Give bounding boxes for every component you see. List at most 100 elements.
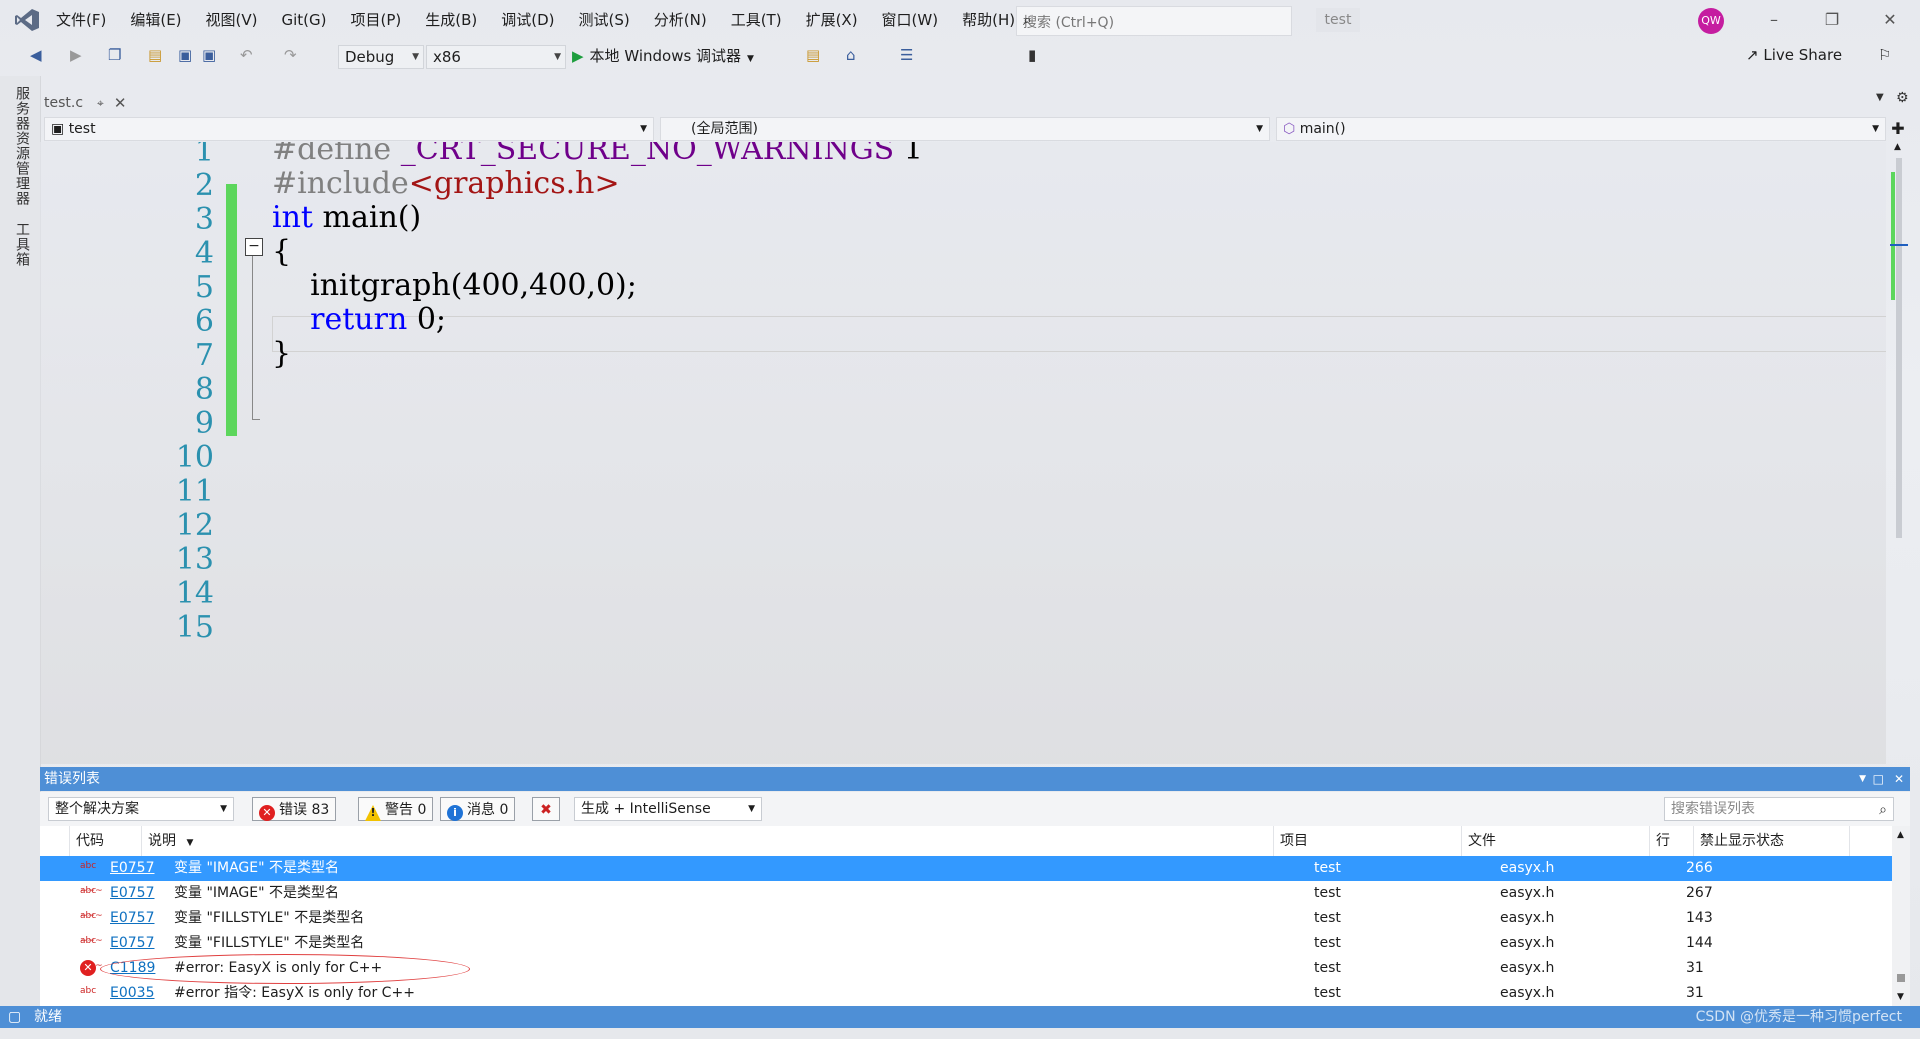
error-search-input[interactable]: 搜索错误列表 ⌕: [1664, 797, 1894, 821]
tab-list-dropdown-icon[interactable]: ▼: [1876, 92, 1884, 103]
avatar[interactable]: QW: [1698, 8, 1724, 34]
messages-filter-button[interactable]: i 消息 0: [440, 797, 516, 821]
include-path-token: <graphics.h>: [408, 166, 620, 201]
error-code-link[interactable]: E0757: [110, 881, 154, 906]
menu-analyze[interactable]: 分析(N): [642, 0, 719, 40]
start-debugging-button[interactable]: ▶ 本地 Windows 调试器 ▼: [572, 45, 754, 67]
search-input[interactable]: 搜索 (Ctrl+Q) ⌕: [1016, 6, 1292, 36]
platform-select[interactable]: x86 ▼: [426, 45, 566, 69]
column-header-suppression[interactable]: 禁止显示状态: [1694, 826, 1850, 856]
scroll-thumb[interactable]: [1897, 974, 1905, 982]
build-filter-select[interactable]: 生成 + IntelliSense ▼: [574, 797, 762, 821]
warnings-filter-button[interactable]: ! 警告 0: [358, 797, 434, 821]
close-tab-icon[interactable]: ✕: [114, 94, 127, 112]
chevron-down-icon: ▼: [1256, 124, 1263, 134]
visual-studio-logo-icon[interactable]: [14, 8, 40, 32]
error-code-link[interactable]: E0757: [110, 931, 154, 956]
column-header-project[interactable]: 项目: [1274, 826, 1462, 856]
filter-icon[interactable]: ✖: [532, 797, 560, 821]
table-row[interactable]: abc ~~~ E0757 变量 "IMAGE" 不是类型名 test easyx…: [40, 856, 1892, 896]
errors-filter-button[interactable]: ✕ 错误 83: [252, 797, 337, 821]
error-code-link[interactable]: E0757: [110, 856, 154, 881]
menu-tools[interactable]: 工具(T): [719, 0, 794, 40]
line-number: 13: [175, 542, 214, 577]
error-list-scrollbar[interactable]: ▲ ▼: [1892, 826, 1910, 1006]
toolbox-tab[interactable]: 工具箱: [12, 222, 32, 267]
code-editor[interactable]: − 1 2 3 4 5 6 7 8 9 10 11 12 13 14 15 #d…: [40, 142, 1886, 764]
feedback-icon[interactable]: ⚐: [1878, 46, 1891, 64]
member-dropdown[interactable]: ⬡ main() ▼: [1276, 117, 1886, 141]
scroll-up-icon[interactable]: ▲: [1897, 830, 1904, 840]
restore-icon[interactable]: ❐: [1814, 8, 1850, 32]
column-header-file[interactable]: 文件: [1462, 826, 1650, 856]
column-header-description[interactable]: 说明 ▼: [142, 826, 1274, 856]
search-icon: ⌕: [1023, 10, 1032, 29]
column-header-code[interactable]: 代码: [70, 826, 142, 856]
minimize-icon[interactable]: –: [1756, 8, 1792, 32]
error-code-link[interactable]: E0757: [110, 906, 154, 931]
menu-bar: 文件(F) 编辑(E) 视图(V) Git(G) 项目(P) 生成(B) 调试(…: [44, 0, 1027, 40]
column-header-line[interactable]: 行: [1650, 826, 1694, 856]
warnings-count: 警告 0: [385, 802, 427, 818]
menu-extensions[interactable]: 扩展(X): [794, 0, 870, 40]
scope-select[interactable]: 整个解决方案 ▼: [48, 797, 234, 821]
save-icon[interactable]: ▣: [178, 46, 192, 64]
error-code-link[interactable]: E0035: [110, 981, 154, 1006]
error-project: test: [1314, 860, 1341, 876]
project-dropdown[interactable]: ▣ test ▼: [44, 117, 654, 141]
gear-icon[interactable]: ⚙: [1896, 90, 1909, 106]
menu-window[interactable]: 窗口(W): [870, 0, 951, 40]
menu-debug[interactable]: 调试(D): [489, 0, 566, 40]
title-bar: 文件(F) 编辑(E) 视图(V) Git(G) 项目(P) 生成(B) 调试(…: [0, 0, 1920, 40]
solution-explorer-icon[interactable]: ☰: [900, 46, 913, 64]
menu-project[interactable]: 项目(P): [339, 0, 414, 40]
messages-count: 消息 0: [467, 802, 509, 818]
scroll-down-icon[interactable]: ▼: [1897, 992, 1904, 1002]
error-description: #error 指令: EasyX is only for C++: [174, 985, 415, 1001]
line-number: 8: [194, 372, 214, 407]
editor-vertical-scrollbar[interactable]: ▲: [1890, 142, 1908, 552]
menu-file[interactable]: 文件(F): [44, 0, 118, 40]
table-row[interactable]: abc~~~ E0757 变量 "FILLSTYLE" 不是类型名 test e…: [40, 906, 1892, 946]
scope-dropdown[interactable]: (全局范围) ▼: [660, 117, 1270, 141]
split-window-icon[interactable]: ✚: [1886, 117, 1910, 141]
folder-search-icon[interactable]: ▤: [806, 46, 820, 64]
forward-icon[interactable]: ▶: [70, 46, 82, 64]
code-text: 1: [894, 142, 923, 167]
maximize-icon[interactable]: □: [1873, 767, 1884, 791]
close-icon[interactable]: ✕: [1872, 8, 1908, 32]
pin-icon[interactable]: ⌖: [97, 96, 104, 111]
chevron-down-icon: ▼: [220, 804, 227, 814]
menu-view[interactable]: 视图(V): [194, 0, 270, 40]
table-row[interactable]: abc~~~ E0757 变量 "FILLSTYLE" 不是类型名 test e…: [40, 931, 1892, 971]
back-icon[interactable]: ◀: [30, 46, 42, 64]
scroll-up-icon[interactable]: ▲: [1894, 142, 1901, 152]
undo-icon[interactable]: ↶: [240, 46, 253, 64]
table-row[interactable]: abc~~~ E0035 #error 指令: EasyX is only fo…: [40, 981, 1892, 1006]
error-icon: ✕: [259, 805, 275, 821]
menu-build[interactable]: 生成(B): [413, 0, 489, 40]
live-share-button[interactable]: ↗ Live Share: [1746, 46, 1842, 64]
table-row[interactable]: abc ~~~ E0757 变量 "IMAGE" 不是类型名 test easyx…: [40, 881, 1892, 921]
keyword-token: return: [310, 302, 408, 337]
warning-icon: !: [365, 805, 381, 821]
collapse-icon[interactable]: −: [245, 238, 263, 256]
menu-test[interactable]: 测试(S): [567, 0, 642, 40]
config-select[interactable]: Debug ▼: [338, 45, 424, 69]
menu-git[interactable]: Git(G): [270, 0, 339, 40]
window-position-icon[interactable]: ▼: [1859, 767, 1866, 791]
open-folder-icon[interactable]: ▤: [148, 46, 162, 64]
close-panel-icon[interactable]: ✕: [1894, 767, 1904, 791]
red-annotation-ellipse: [100, 954, 470, 984]
save-all-icon[interactable]: ▣: [202, 46, 216, 64]
new-project-icon[interactable]: ❐: [108, 46, 121, 64]
column-header-icon[interactable]: [40, 826, 70, 856]
document-tab[interactable]: test.c ⌖ ✕: [44, 92, 126, 114]
bookmark-icon[interactable]: ▮: [1028, 46, 1036, 64]
menu-edit[interactable]: 编辑(E): [118, 0, 193, 40]
home-icon[interactable]: ⌂: [846, 46, 856, 64]
scroll-track[interactable]: [1896, 158, 1902, 538]
redo-icon[interactable]: ↷: [284, 46, 297, 64]
server-explorer-tab[interactable]: 服务器资源管理器: [12, 86, 32, 206]
